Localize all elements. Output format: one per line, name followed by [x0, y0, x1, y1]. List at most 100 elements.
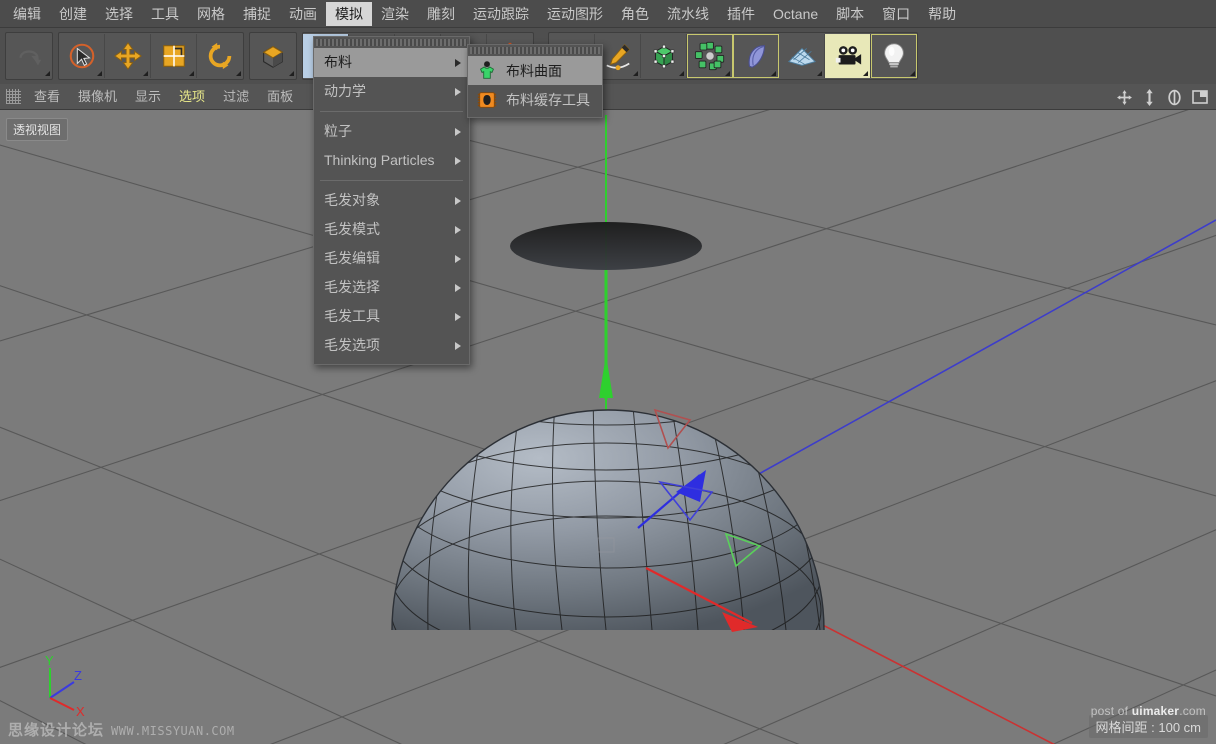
menu-item-13[interactable]: 流水线 [658, 2, 718, 26]
menu-item-1[interactable]: 创建 [50, 2, 96, 26]
add-deformer-button[interactable] [733, 34, 779, 78]
menu-item-11[interactable]: 运动图形 [538, 2, 612, 26]
menu-item-14[interactable]: 插件 [718, 2, 764, 26]
viewport-menu-2[interactable]: 显示 [126, 85, 170, 109]
dropdown-item-0[interactable]: 布料 [314, 48, 469, 77]
dropdown-item-3[interactable]: Thinking Particles [314, 146, 469, 175]
dropdown-item-label: 毛发选择 [324, 279, 380, 295]
tool-flyout-corner[interactable] [771, 71, 776, 76]
submenu-item-1[interactable]: 布料缓存工具 [468, 85, 602, 114]
add-generator-button[interactable] [641, 34, 687, 78]
move-icon [113, 41, 143, 71]
rotate-view-icon[interactable] [1166, 89, 1183, 106]
rotate-tool[interactable] [197, 34, 243, 78]
menu-item-6[interactable]: 动画 [280, 2, 326, 26]
dropdown-item-5[interactable]: 毛发模式 [314, 215, 469, 244]
menu-item-17[interactable]: 窗口 [873, 2, 919, 26]
pan-view-icon[interactable] [1116, 89, 1133, 106]
chevron-right-icon [455, 197, 461, 205]
menu-item-10[interactable]: 运动跟踪 [464, 2, 538, 26]
light-bulb-icon [879, 41, 909, 71]
dropdown-item-label: 毛发工具 [324, 308, 380, 324]
dropdown-item-1[interactable]: 动力学 [314, 77, 469, 106]
menu-item-12[interactable]: 角色 [612, 2, 658, 26]
tool-flyout-corner[interactable] [863, 71, 868, 76]
rotate-icon [205, 41, 235, 71]
dropdown-item-7[interactable]: 毛发选择 [314, 273, 469, 302]
grid-icon [6, 89, 21, 104]
dropdown-item-9[interactable]: 毛发选项 [314, 331, 469, 360]
simulate-dropdown-menu: 布料动力学粒子 Thinking Particles 毛发对象毛发模式毛发编辑毛发选… [313, 36, 470, 365]
menu-item-7[interactable]: 模拟 [326, 2, 372, 26]
add-environment-button[interactable] [779, 34, 825, 78]
generator-cube-icon [649, 41, 679, 71]
live-selection-tool[interactable] [59, 34, 105, 78]
cloth-surface-shirt-icon [476, 60, 498, 82]
spline-pen-icon [603, 41, 633, 71]
tool-flyout-corner[interactable] [97, 71, 102, 76]
chevron-right-icon [455, 128, 461, 136]
menu-item-8[interactable]: 渲染 [372, 2, 418, 26]
axis-label-x: X [76, 704, 85, 718]
dropdown-item-6[interactable]: 毛发编辑 [314, 244, 469, 273]
dolly-view-icon[interactable] [1142, 89, 1157, 106]
dropdown-separator [320, 111, 463, 112]
maximize-view-icon[interactable] [1192, 89, 1208, 105]
menu-item-9[interactable]: 雕刻 [418, 2, 464, 26]
submenu-tearoff-handle[interactable] [470, 47, 600, 54]
menu-item-4[interactable]: 网格 [188, 2, 234, 26]
tool-flyout-corner[interactable] [143, 71, 148, 76]
dropdown-item-4[interactable]: 毛发对象 [314, 186, 469, 215]
tool-flyout-corner[interactable] [679, 71, 684, 76]
dropdown-item-2[interactable]: 粒子 [314, 117, 469, 146]
perspective-viewport[interactable]: 透视视图 Y Z X 网格间距 : 100 cm post of uimaker… [0, 110, 1216, 744]
viewport-menu-4[interactable]: 过滤 [214, 85, 258, 109]
viewport-menu-5[interactable]: 面板 [258, 85, 302, 109]
menu-item-15[interactable]: Octane [764, 2, 827, 26]
add-array-button[interactable] [687, 34, 733, 78]
menu-item-3[interactable]: 工具 [142, 2, 188, 26]
floor-grid-icon [787, 41, 817, 71]
tool-flyout-corner[interactable] [189, 71, 194, 76]
viewport-menu-0[interactable]: 查看 [25, 85, 69, 109]
object-axis-toggle[interactable] [250, 34, 296, 78]
tool-flyout-corner[interactable] [289, 71, 294, 76]
submenu-item-label: 布料曲面 [506, 61, 562, 81]
chevron-right-icon [455, 59, 461, 67]
chevron-right-icon [455, 157, 461, 165]
viewport-menu-1[interactable]: 摄像机 [69, 85, 126, 109]
live-selection-icon [67, 41, 97, 71]
tool-flyout-corner[interactable] [236, 71, 241, 76]
menu-item-18[interactable]: 帮助 [919, 2, 965, 26]
submenu-item-0[interactable]: 布料曲面 [468, 56, 602, 85]
viewport-nav-icons [1116, 84, 1208, 110]
menu-item-0[interactable]: 编辑 [4, 2, 50, 26]
menu-item-5[interactable]: 捕捉 [234, 2, 280, 26]
dropdown-item-label: 粒子 [324, 123, 352, 139]
tool-flyout-corner[interactable] [725, 71, 730, 76]
add-camera-button[interactable] [825, 34, 871, 78]
menu-item-16[interactable]: 脚本 [827, 2, 873, 26]
missyuan-forum-url: WWW.MISSYUAN.COM [111, 724, 235, 738]
uimaker-watermark: post of uimaker.com [1091, 704, 1206, 718]
chevron-right-icon [455, 284, 461, 292]
menu-item-2[interactable]: 选择 [96, 2, 142, 26]
viewport-label[interactable]: 透视视图 [6, 118, 68, 141]
add-light-button[interactable] [871, 34, 917, 78]
menu-tearoff-handle[interactable] [316, 39, 467, 46]
axis-label-y: Y [45, 653, 54, 668]
toolbar-group-1 [58, 32, 244, 80]
undo-icon [14, 41, 44, 71]
toolbar-group-4 [548, 32, 918, 80]
undo-button [6, 34, 52, 78]
scale-tool[interactable] [151, 34, 197, 78]
dropdown-item-8[interactable]: 毛发工具 [314, 302, 469, 331]
chevron-right-icon [455, 313, 461, 321]
tool-flyout-corner[interactable] [633, 71, 638, 76]
viewport-menu-3[interactable]: 选项 [170, 85, 214, 109]
dropdown-item-label: 毛发对象 [324, 192, 380, 208]
tool-flyout-corner[interactable] [45, 71, 50, 76]
tool-flyout-corner[interactable] [817, 71, 822, 76]
move-tool[interactable] [105, 34, 151, 78]
tool-flyout-corner[interactable] [910, 71, 915, 76]
